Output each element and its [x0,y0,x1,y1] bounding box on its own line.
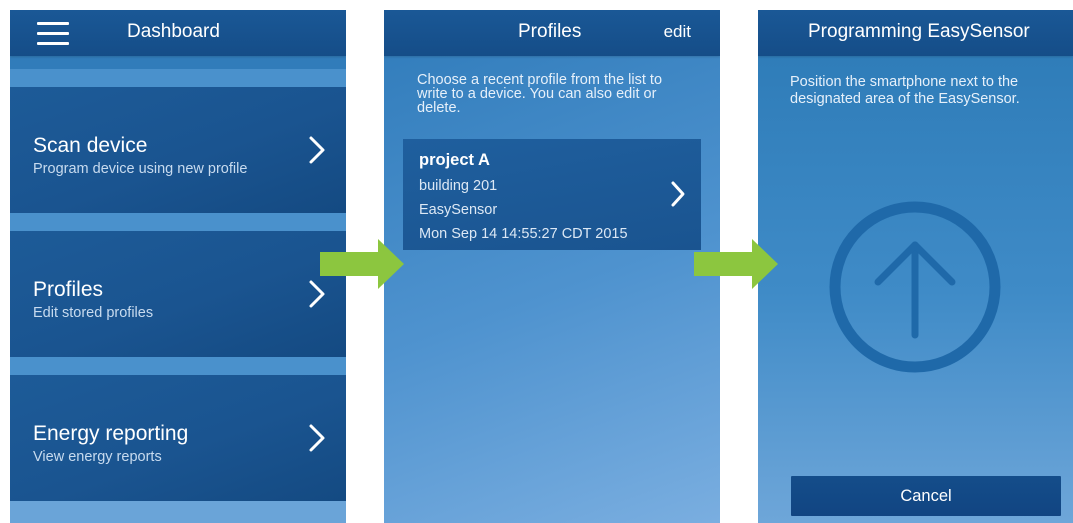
profile-timestamp: Mon Sep 14 14:55:27 CDT 2015 [419,226,628,242]
menu-item-energy-reporting[interactable]: Energy reporting View energy reports [10,375,346,501]
profile-device: EasySensor [419,202,498,218]
hamburger-menu-icon[interactable] [37,22,69,46]
divider [10,501,346,523]
menu-item-subtitle: Edit stored profiles [33,305,154,321]
menu-item-subtitle: View energy reports [33,449,162,465]
menu-item-scan-device[interactable]: Scan device Program device using new pro… [10,87,346,213]
programming-instructions: Position the smartphone next to the desi… [790,74,1055,108]
intro-line: write to a device. You can also edit or [417,86,657,102]
menu-item-profiles[interactable]: Profiles Edit stored profiles [10,231,346,357]
profile-building: building 201 [419,178,498,194]
divider [10,213,346,231]
chevron-right-icon [671,181,685,207]
menu-item-title: Energy reporting [33,422,189,445]
intro-line: Choose a recent profile from the list to [417,72,663,88]
programming-header: Programming EasySensor [758,10,1073,56]
instruction-line: Position the smartphone next to the [790,74,1019,90]
profiles-title: Profiles [518,21,582,42]
green-right-arrow [320,239,404,289]
circle-arrow-up-icon [829,201,1001,373]
edit-button[interactable]: edit [664,22,691,42]
divider [10,357,346,375]
menu-item-subtitle: Program device using new profile [33,161,248,177]
profiles-screen: Profiles edit Choose a recent profile fr… [384,10,720,523]
dashboard-header: Dashboard [10,10,346,56]
profiles-header: Profiles edit [384,10,720,56]
profile-card[interactable]: project A building 201 EasySensor Mon Se… [403,139,701,250]
menu-item-title: Scan device [33,134,148,157]
chevron-right-icon [309,136,325,164]
divider [10,69,346,87]
instruction-line: designated area of the EasySensor. [790,91,1020,107]
profiles-intro-text: Choose a recent profile from the list to… [417,72,707,116]
intro-line: delete. [417,100,461,116]
profile-name: project A [419,151,490,169]
cancel-button[interactable]: Cancel [791,476,1061,516]
programming-screen: Programming EasySensor Position the smar… [758,10,1073,523]
dashboard-screen: Dashboard Scan device Program device usi… [10,10,346,523]
menu-item-title: Profiles [33,278,104,301]
chevron-right-icon [309,424,325,452]
green-right-arrow [694,239,778,289]
dashboard-title: Dashboard [127,21,220,42]
programming-title: Programming EasySensor [808,21,1030,42]
